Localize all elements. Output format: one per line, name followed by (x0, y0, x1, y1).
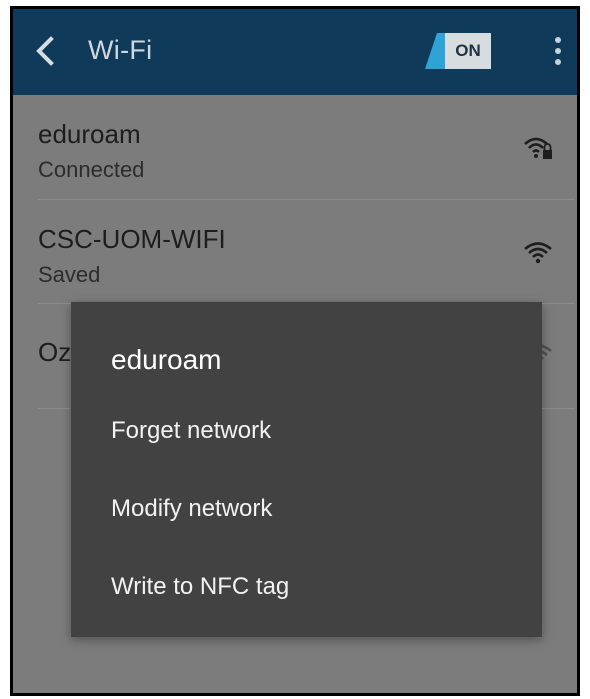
forget-network-item[interactable]: Forget network (71, 401, 542, 463)
chevron-left-icon (36, 36, 54, 66)
more-vert-dot (555, 48, 561, 54)
network-options-dialog: eduroam Forget network Modify network Wr… (71, 302, 542, 637)
modify-network-item[interactable]: Modify network (71, 479, 542, 541)
more-vert-icon (555, 37, 561, 43)
page-title: Wi-Fi (88, 35, 153, 65)
menu-item-label: Forget network (111, 417, 272, 444)
network-status: Connected (38, 157, 145, 182)
network-status: Saved (38, 262, 101, 287)
menu-item-label: Modify network (111, 495, 273, 522)
action-bar: Wi-Fi ON (13, 9, 577, 95)
network-row-eduroam[interactable]: eduroam Connected (13, 95, 577, 199)
wifi-toggle[interactable]: ON (425, 33, 491, 69)
network-ssid: eduroam (38, 119, 141, 149)
write-nfc-tag-item[interactable]: Write to NFC tag (71, 557, 542, 619)
network-row-csc-uom-wifi[interactable]: CSC-UOM-WIFI Saved (13, 200, 577, 304)
overflow-menu-button[interactable] (547, 31, 569, 71)
wifi-icon (524, 242, 552, 264)
menu-item-label: Write to NFC tag (111, 573, 290, 600)
back-button[interactable] (27, 31, 67, 71)
more-vert-dot (555, 59, 561, 65)
network-ssid: CSC-UOM-WIFI (38, 224, 226, 254)
wifi-lock-icon (524, 137, 552, 159)
toggle-on-label: ON (445, 33, 491, 69)
phone-screen: Wi-Fi ON eduroam Connected CSC-UOM-WIFI … (10, 6, 580, 696)
dialog-title: eduroam (111, 344, 222, 375)
network-ssid: Oz (38, 337, 72, 367)
